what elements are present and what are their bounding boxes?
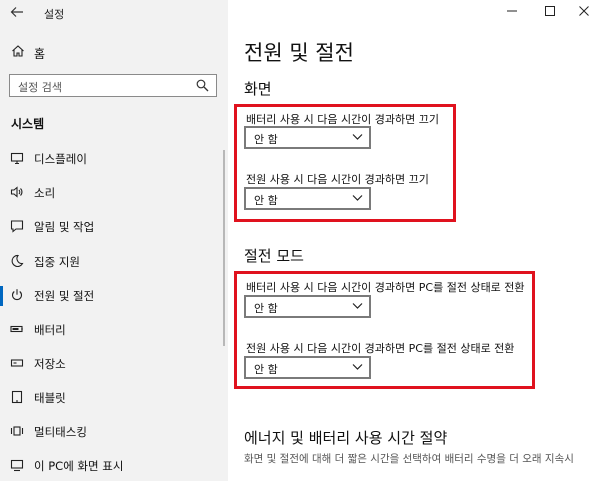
moon-icon [11, 254, 24, 268]
sidebar-item-label: 저장소 [34, 357, 66, 371]
section-title: 시스템 [11, 117, 45, 131]
multitasking-icon [10, 426, 24, 436]
sidebar-item-label: 집중 지원 [34, 255, 80, 269]
sidebar-item-power-sleep[interactable]: 전원 및 절전 [0, 285, 228, 307]
back-button[interactable] [10, 5, 26, 21]
highlight-box-screen [234, 104, 456, 222]
screen-section-title: 화면 [244, 80, 272, 98]
sidebar-item-label: 이 PC에 화면 표시 [34, 459, 124, 473]
sidebar-item-label: 배터리 [34, 323, 66, 337]
tablet-icon [11, 390, 23, 404]
search-placeholder: 설정 검색 [18, 81, 62, 94]
display-icon [10, 152, 24, 165]
search-icon [196, 79, 209, 92]
sidebar-item-label: 알림 및 작업 [34, 220, 95, 234]
page-title: 전원 및 절전 [244, 41, 354, 65]
sound-icon [10, 186, 23, 198]
sidebar-item-label: 홈 [34, 47, 46, 61]
energy-section-title: 에너지 및 배터리 사용 시간 절약 [244, 429, 448, 447]
sidebar-item-label: 전원 및 절전 [34, 289, 95, 303]
sidebar-item-display[interactable]: 디스플레이 [0, 148, 228, 170]
sidebar-item-focus-assist[interactable]: 집중 지원 [0, 251, 228, 273]
sidebar: 설정 홈 설정 검색 시스템 디스플레이 소리 알림 및 작업 집중 지원 전원… [0, 0, 228, 481]
title-bar: 설정 [0, 0, 228, 26]
battery-icon [10, 325, 23, 333]
sidebar-item-tablet[interactable]: 태블릿 [0, 387, 228, 409]
sidebar-item-home[interactable]: 홈 [0, 42, 228, 64]
search-input[interactable]: 설정 검색 [9, 74, 217, 97]
sleep-section-title: 절전 모드 [244, 247, 304, 265]
storage-icon [10, 359, 24, 367]
highlight-box-sleep [234, 271, 535, 389]
energy-description: 화면 및 절전에 대해 더 짧은 시간을 선택하여 배터리 수명을 더 오래 지… [244, 453, 574, 465]
home-icon [12, 45, 24, 57]
power-icon [12, 289, 22, 301]
main-content: 전원 및 절전 화면 배터리 사용 시 다음 시간이 경과하면 끄기 안 함 전… [228, 0, 600, 481]
sidebar-item-label: 멀티태스킹 [34, 425, 87, 439]
sidebar-item-label: 소리 [34, 186, 56, 200]
sidebar-item-battery[interactable]: 배터리 [0, 319, 228, 341]
sidebar-item-multitasking[interactable]: 멀티태스킹 [0, 421, 228, 443]
app-title: 설정 [44, 8, 65, 21]
sidebar-item-notifications[interactable]: 알림 및 작업 [0, 216, 228, 238]
sidebar-item-label: 디스플레이 [34, 152, 87, 166]
sidebar-item-sound[interactable]: 소리 [0, 182, 228, 204]
back-arrow-icon [10, 7, 23, 17]
sidebar-item-label: 태블릿 [34, 391, 66, 405]
project-icon [10, 459, 24, 472]
sidebar-item-project[interactable]: 이 PC에 화면 표시 [0, 455, 228, 477]
notification-icon [10, 220, 24, 233]
sidebar-scrollbar[interactable] [223, 150, 225, 346]
sidebar-item-storage[interactable]: 저장소 [0, 353, 228, 375]
